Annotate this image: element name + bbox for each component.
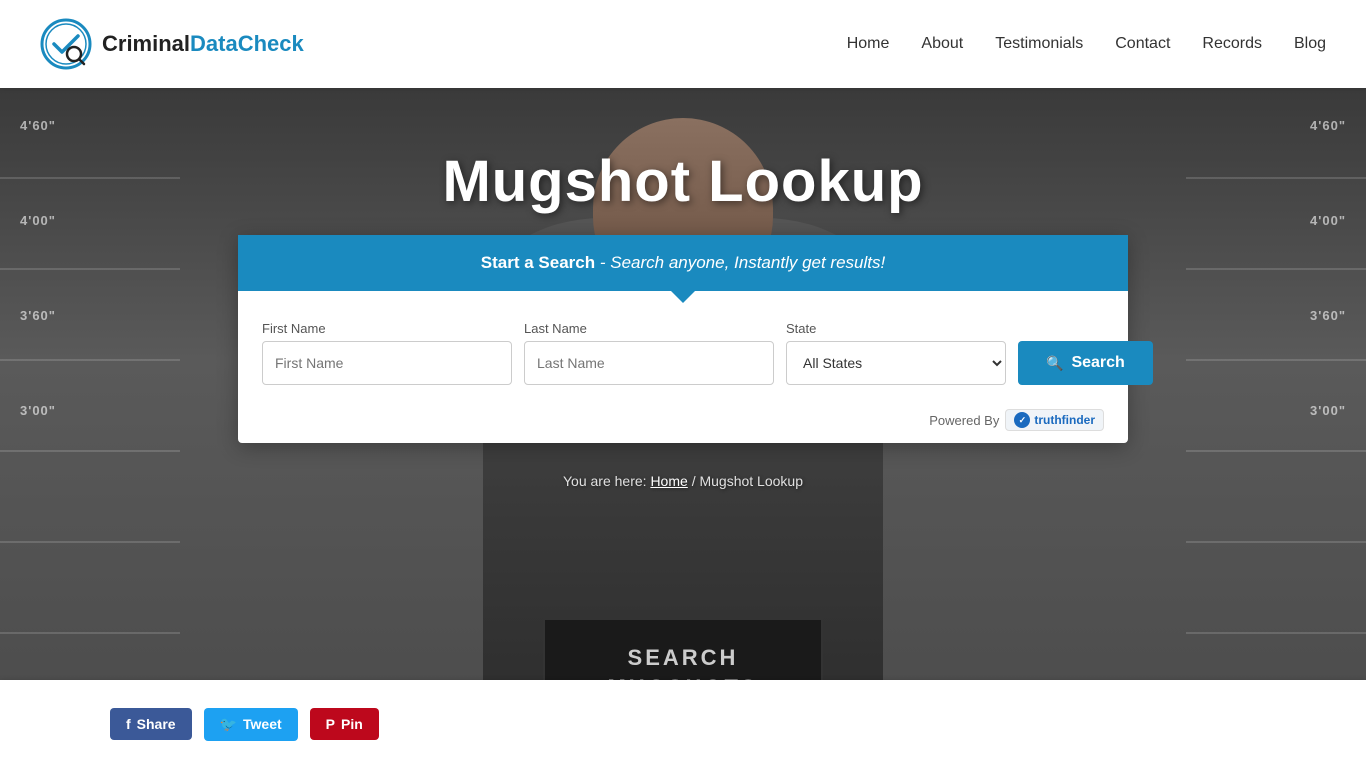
nav-blog[interactable]: Blog xyxy=(1294,35,1326,53)
logo-icon xyxy=(40,18,92,70)
truthfinder-badge: ✓ truthfinder xyxy=(1005,409,1104,431)
main-nav: Home About Testimonials Contact Records … xyxy=(847,35,1326,53)
nav-about[interactable]: About xyxy=(921,35,963,53)
last-name-group: Last Name xyxy=(524,321,774,385)
nav-home[interactable]: Home xyxy=(847,35,890,53)
twitter-icon: 🐦 xyxy=(220,716,237,733)
logo-brand: CriminalDataCheck xyxy=(102,31,304,57)
ruler-label-4: 3'00" xyxy=(20,403,56,418)
ruler-label-r3: 3'60" xyxy=(1310,308,1346,323)
ruler-label-r4: 3'00" xyxy=(1310,403,1346,418)
search-box: Start a Search - Search anyone, Instantl… xyxy=(238,235,1128,443)
pinterest-label: Pin xyxy=(341,716,363,732)
breadcrumb-home[interactable]: Home xyxy=(650,473,687,489)
last-name-label: Last Name xyxy=(524,321,774,336)
ruler-labels-right: 4'60" 4'00" 3'60" 3'00" xyxy=(1310,88,1346,768)
ruler-label-r2: 4'00" xyxy=(1310,213,1346,228)
pinterest-share-button[interactable]: P Pin xyxy=(310,708,379,740)
facebook-icon: f xyxy=(126,716,131,732)
breadcrumb-separator: / xyxy=(692,473,696,489)
ruler-label-3: 3'60" xyxy=(20,308,56,323)
search-button[interactable]: 🔍 Search xyxy=(1018,341,1153,385)
search-header-italic: - Search anyone, Instantly get results! xyxy=(600,253,885,272)
state-select[interactable]: All States Alabama Alaska Arizona Califo… xyxy=(786,341,1006,385)
first-name-group: First Name xyxy=(262,321,512,385)
search-icon: 🔍 xyxy=(1046,355,1063,372)
search-header-bold: Start a Search xyxy=(481,253,595,272)
first-name-input[interactable] xyxy=(262,341,512,385)
tf-brand: truthfinder xyxy=(1034,413,1095,427)
powered-by-text: Powered By xyxy=(929,413,999,428)
state-group: State All States Alabama Alaska Arizona … xyxy=(786,321,1006,385)
twitter-label: Tweet xyxy=(243,716,282,732)
facebook-share-button[interactable]: f Share xyxy=(110,708,192,740)
breadcrumb-prefix: You are here: xyxy=(563,473,647,489)
first-name-label: First Name xyxy=(262,321,512,336)
state-label: State xyxy=(786,321,1006,336)
sign-line1: SEARCH xyxy=(628,645,739,671)
logo[interactable]: CriminalDataCheck xyxy=(40,18,304,70)
search-fields: First Name Last Name State All States Al… xyxy=(238,291,1128,405)
bottom-bar: f Share 🐦 Tweet P Pin xyxy=(0,680,1366,768)
nav-testimonials[interactable]: Testimonials xyxy=(995,35,1083,53)
header: CriminalDataCheck Home About Testimonial… xyxy=(0,0,1366,88)
breadcrumb-current: Mugshot Lookup xyxy=(699,473,803,489)
page-title: Mugshot Lookup xyxy=(442,148,923,215)
tf-icon: ✓ xyxy=(1014,412,1030,428)
powered-by: Powered By ✓ truthfinder xyxy=(238,405,1128,443)
ruler-label-1: 4'60" xyxy=(20,118,56,133)
search-header: Start a Search - Search anyone, Instantl… xyxy=(238,235,1128,291)
ruler-label-r1: 4'60" xyxy=(1310,118,1346,133)
last-name-input[interactable] xyxy=(524,341,774,385)
nav-records[interactable]: Records xyxy=(1202,35,1262,53)
nav-contact[interactable]: Contact xyxy=(1115,35,1170,53)
twitter-share-button[interactable]: 🐦 Tweet xyxy=(204,708,298,741)
ruler-label-2: 4'00" xyxy=(20,213,56,228)
pinterest-icon: P xyxy=(326,716,335,732)
breadcrumb: You are here: Home / Mugshot Lookup xyxy=(563,473,803,489)
search-button-label: Search xyxy=(1071,354,1124,372)
hero-section: 4'60" 4'00" 3'60" 3'00" 4'60" 4'00" 3'60… xyxy=(0,88,1366,768)
facebook-label: Share xyxy=(137,716,176,732)
ruler-labels-left: 4'60" 4'00" 3'60" 3'00" xyxy=(20,88,56,768)
